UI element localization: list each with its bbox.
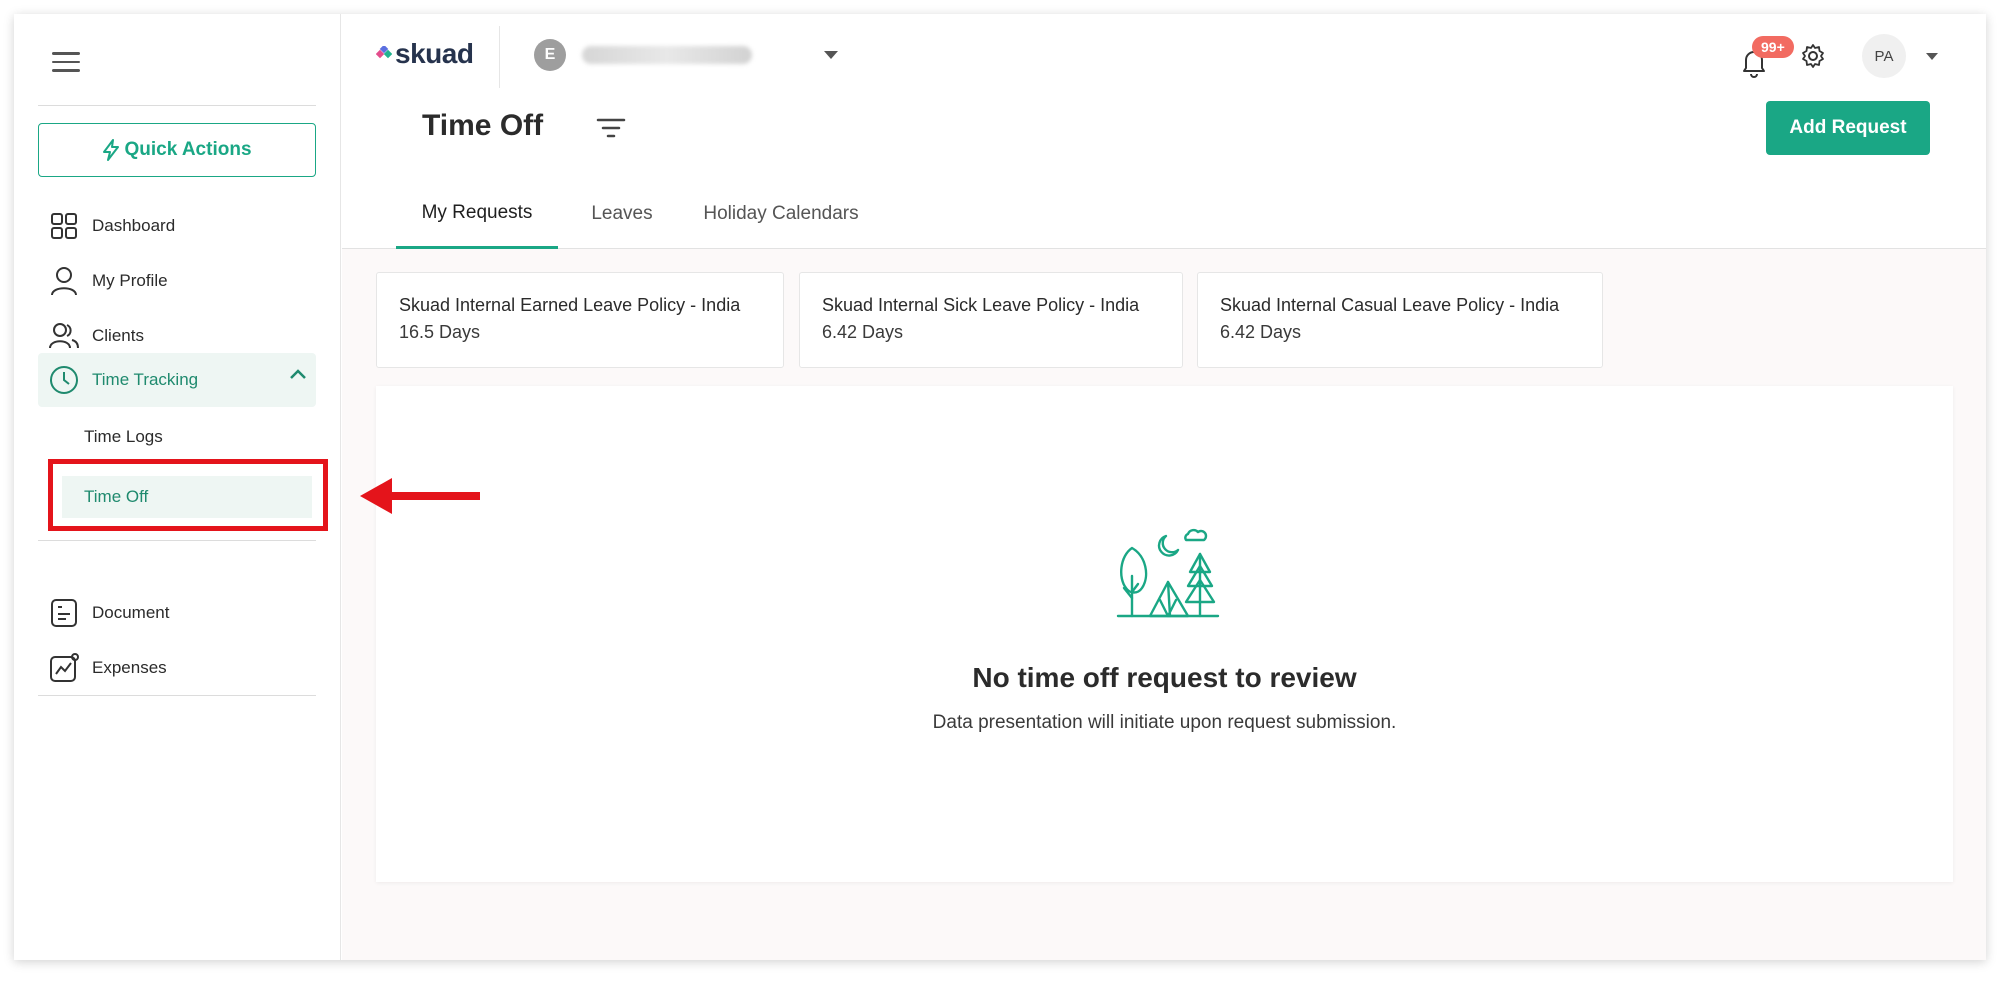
- caret-down-icon[interactable]: [824, 51, 838, 59]
- sidebar-item-label: Clients: [92, 326, 144, 345]
- sidebar-subitem-time-logs[interactable]: Time Logs: [62, 416, 312, 458]
- document-icon: [48, 597, 80, 629]
- sidebar-subitem-time-off[interactable]: Time Off: [62, 476, 312, 518]
- empty-state-panel: No time off request to review Data prese…: [376, 386, 1953, 882]
- quick-actions-label: Quick Actions: [124, 139, 252, 160]
- tab-holiday-calendars[interactable]: Holiday Calendars: [686, 179, 876, 249]
- sidebar-item-label: My Profile: [92, 271, 168, 290]
- policy-days: 16.5 Days: [399, 322, 481, 342]
- tab-my-requests[interactable]: My Requests: [396, 179, 558, 249]
- topbar-divider: [499, 26, 500, 88]
- sidebar-item-my-profile[interactable]: My Profile: [38, 255, 316, 307]
- logo-text: skuad: [395, 38, 474, 69]
- quick-actions-button[interactable]: Quick Actions: [38, 123, 316, 177]
- tab-leaves[interactable]: Leaves: [572, 179, 672, 249]
- notification-count-badge: 99+: [1752, 36, 1794, 58]
- sidebar-item-label: Expenses: [92, 658, 167, 677]
- policy-name: Skuad Internal Casual Leave Policy - Ind…: [1220, 295, 1560, 315]
- skuad-logo[interactable]: skuad: [376, 38, 474, 70]
- empty-state-subtitle: Data presentation will initiate upon req…: [932, 712, 1397, 733]
- top-bar: skuad E 99+ PA: [342, 14, 1986, 88]
- camping-tent-icon: [1116, 528, 1220, 618]
- policy-card-sick-leave[interactable]: Skuad Internal Sick Leave Policy - India…: [799, 272, 1183, 368]
- gear-icon[interactable]: [1800, 43, 1826, 69]
- sidebar-item-label: Time Tracking: [92, 370, 199, 389]
- sidebar-subitem-label: Time Logs: [84, 427, 163, 446]
- sidebar-divider: [38, 540, 316, 541]
- user-icon: [48, 265, 80, 297]
- users-icon: [48, 320, 80, 352]
- sidebar-item-document[interactable]: Document: [38, 587, 316, 639]
- empty-state-title: No time off request to review: [972, 662, 1357, 693]
- sidebar: Quick Actions Dashboard My Profile Clien…: [14, 14, 341, 960]
- hamburger-menu-icon[interactable]: [52, 52, 80, 74]
- sidebar-item-label: Dashboard: [92, 216, 176, 235]
- sidebar-item-label: Document: [92, 603, 170, 622]
- notifications-button[interactable]: 99+: [1736, 36, 1794, 78]
- sidebar-item-time-tracking[interactable]: Time Tracking: [38, 353, 316, 407]
- policy-name: Skuad Internal Sick Leave Policy - India: [822, 295, 1140, 315]
- app-window: Quick Actions Dashboard My Profile Clien…: [14, 14, 1986, 960]
- sidebar-item-dashboard[interactable]: Dashboard: [38, 200, 316, 252]
- policy-days: 6.42 Days: [822, 322, 904, 342]
- account-switcher[interactable]: E: [534, 39, 838, 71]
- chart-icon: [48, 652, 80, 684]
- lightning-icon: [103, 139, 120, 161]
- account-name-redacted: [582, 46, 752, 64]
- sidebar-divider: [38, 695, 316, 696]
- clock-icon: [48, 364, 80, 396]
- chevron-up-icon[interactable]: [288, 367, 308, 381]
- caret-down-icon[interactable]: [1926, 53, 1938, 60]
- logo-mark-icon: [376, 46, 392, 59]
- sidebar-subitem-label: Time Off: [84, 487, 149, 506]
- avatar[interactable]: PA: [1862, 34, 1906, 78]
- account-initial-badge: E: [534, 39, 566, 71]
- policy-name: Skuad Internal Earned Leave Policy - Ind…: [399, 295, 741, 315]
- policy-days: 6.42 Days: [1220, 322, 1302, 342]
- filter-icon[interactable]: [596, 116, 626, 140]
- page-title: Time Off: [422, 109, 544, 142]
- grid-icon: [48, 210, 80, 242]
- add-request-button[interactable]: Add Request: [1766, 101, 1930, 155]
- sidebar-divider: [38, 105, 316, 106]
- tab-bar: My Requests Leaves Holiday Calendars: [342, 179, 1986, 249]
- sidebar-item-expenses[interactable]: Expenses: [38, 642, 316, 694]
- content-area: Skuad Internal Earned Leave Policy - Ind…: [342, 249, 1986, 960]
- policy-card-casual-leave[interactable]: Skuad Internal Casual Leave Policy - Ind…: [1197, 272, 1603, 368]
- main-area: skuad E 99+ PA Time Off Add Request My R…: [342, 14, 1986, 960]
- policy-card-earned-leave[interactable]: Skuad Internal Earned Leave Policy - Ind…: [376, 272, 784, 368]
